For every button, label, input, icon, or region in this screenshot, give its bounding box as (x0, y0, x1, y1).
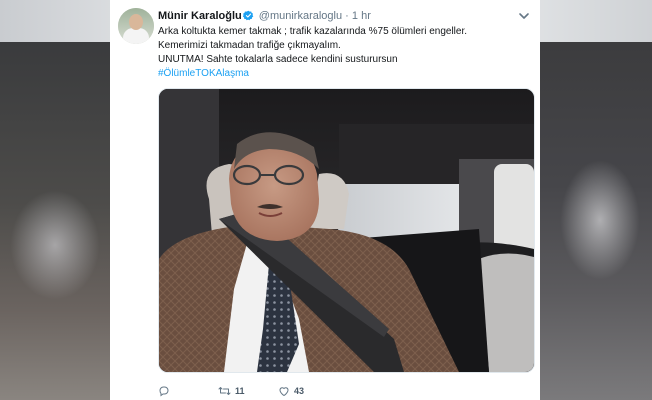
author-name[interactable]: Münir Karaloğlu (158, 10, 242, 22)
tweet-header: Münir Karaloğlu @munirkaraloglu · 1 hr (158, 8, 371, 24)
avatar-head (129, 14, 143, 30)
retweet-icon (218, 387, 231, 395)
background-right-highlight (560, 160, 640, 280)
retweet-count: 11 (235, 386, 245, 396)
hashtag-link[interactable]: #ÖlümleTOKAlaşma (158, 67, 528, 81)
separator-dot: · (345, 10, 349, 22)
reply-button[interactable] (158, 383, 170, 399)
like-count: 43 (294, 386, 305, 396)
tweet-line: Kemerimizi takmadan trafiğe çıkmayalım. (158, 40, 341, 51)
background-left-highlight (10, 190, 100, 300)
avatar-body (123, 28, 149, 44)
timestamp[interactable]: 1 hr (352, 10, 371, 22)
tweet-photo[interactable] (158, 88, 535, 373)
author-handle[interactable]: @munirkaraloglu (259, 10, 342, 22)
reply-icon (159, 386, 169, 397)
chevron-down-icon[interactable] (518, 10, 530, 22)
like-button[interactable]: 43 (278, 383, 304, 399)
tweet-card[interactable]: Münir Karaloğlu @munirkaraloglu · 1 hr A… (110, 0, 540, 400)
verified-badge-icon (242, 10, 254, 21)
tweet-line: UNUTMA! Sahte tokalarla sadece kendini s… (158, 54, 398, 65)
selfie-illustration (159, 89, 534, 372)
tweet-line: Arka koltukta kemer takmak ; trafik kaza… (158, 26, 468, 37)
tweet-text: Arka koltukta kemer takmak ; trafik kaza… (158, 25, 528, 81)
heart-icon (279, 387, 289, 396)
avatar[interactable] (118, 8, 154, 44)
retweet-button[interactable]: 11 (218, 383, 245, 399)
